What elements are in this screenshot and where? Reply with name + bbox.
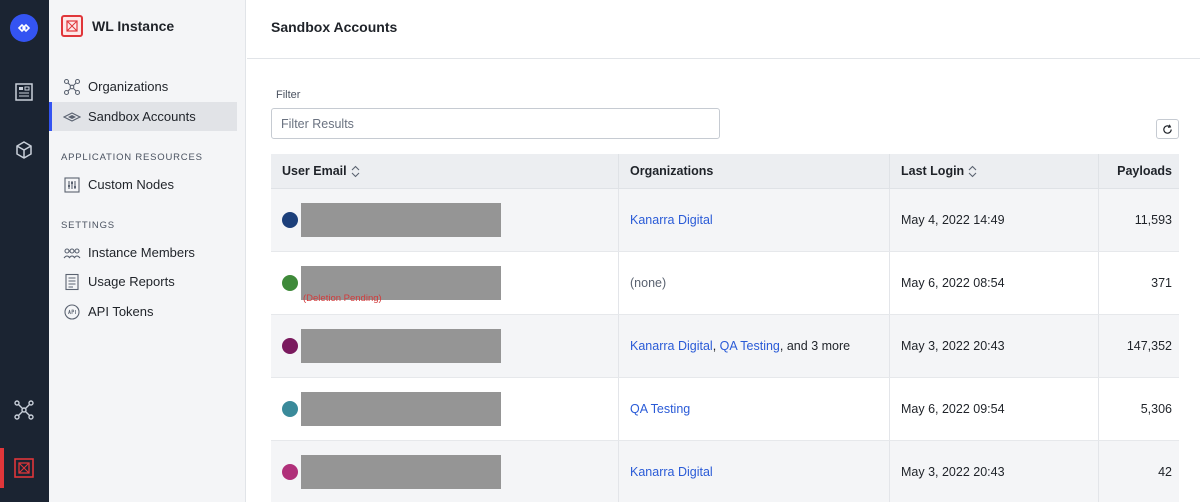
avatar — [282, 212, 298, 228]
rail-active-indicator — [0, 448, 4, 488]
nav-item-sandbox-accounts[interactable]: Sandbox Accounts — [49, 102, 237, 131]
nav-item-instance-members[interactable]: Instance Members — [49, 238, 237, 267]
organization-link[interactable]: Kanarra Digital — [630, 213, 713, 227]
no-organizations-text: (none) — [630, 276, 667, 290]
redacted-email — [301, 329, 501, 363]
user-email-cell — [271, 378, 619, 440]
organizations-icon — [63, 78, 81, 96]
refresh-icon — [1163, 123, 1172, 134]
page-header: Sandbox Accounts — [247, 0, 1200, 59]
payloads-cell: 371 — [1151, 276, 1172, 290]
organizations-cell: Kanarra Digital — [619, 189, 890, 251]
sort-icon[interactable] — [351, 165, 360, 178]
user-email-cell — [271, 315, 619, 377]
filter-label: Filter — [276, 89, 301, 101]
last-login-cell: May 4, 2022 14:49 — [890, 189, 1099, 251]
nav-item-label: Instance Members — [88, 245, 195, 260]
avatar — [282, 464, 298, 480]
more-organizations-text: and 3 more — [786, 339, 851, 353]
table-row[interactable]: (Deletion Pending) (none) May 6, 2022 08:5… — [271, 252, 1179, 315]
organizations-cell: Kanarra Digital — [619, 441, 890, 502]
payloads-cell: 11,593 — [1134, 213, 1172, 227]
last-login-cell: May 6, 2022 08:54 — [890, 252, 1099, 314]
nav-item-custom-nodes[interactable]: Custom Nodes — [49, 170, 237, 199]
instance-icon[interactable] — [12, 456, 36, 480]
column-header-organizations: Organizations — [619, 154, 890, 188]
avatar — [282, 338, 298, 354]
filter-input[interactable] — [271, 108, 720, 139]
redacted-email — [301, 392, 501, 426]
organization-link[interactable]: Kanarra Digital — [630, 465, 713, 479]
column-header-payloads: Payloads — [1117, 164, 1172, 178]
nav-item-usage-reports[interactable]: Usage Reports — [49, 267, 237, 296]
sort-icon[interactable] — [968, 165, 977, 178]
organizations-cell: QA Testing — [619, 378, 890, 440]
avatar — [282, 275, 298, 291]
sliders-icon — [63, 176, 81, 194]
nav-item-label: Sandbox Accounts — [88, 109, 196, 124]
report-icon — [63, 273, 81, 291]
page-title: Sandbox Accounts — [271, 19, 398, 35]
user-email-cell — [271, 441, 619, 502]
separator: , — [779, 339, 784, 353]
nav-item-organizations[interactable]: Organizations — [49, 72, 237, 101]
instance-logo-icon — [61, 15, 83, 37]
table-row[interactable]: Kanarra Digital May 3, 2022 20:43 42 — [271, 441, 1179, 502]
instance-title: WL Instance — [92, 18, 175, 34]
organization-link[interactable]: Kanarra Digital — [630, 339, 713, 353]
payloads-cell: 147,352 — [1126, 339, 1172, 353]
table-row[interactable]: Kanarra Digital May 4, 2022 14:49 11,593 — [271, 189, 1179, 252]
table-row[interactable]: Kanarra Digital, QA Testing, and 3 more M… — [271, 315, 1179, 378]
column-header-last-login[interactable]: Last Login — [890, 154, 1099, 188]
nav-item-label: Organizations — [88, 79, 169, 94]
last-login-cell: May 3, 2022 20:43 — [890, 315, 1099, 377]
last-login-cell: May 3, 2022 20:43 — [890, 441, 1099, 502]
deletion-pending-label: (Deletion Pending) — [303, 293, 382, 304]
organizations-cell: Kanarra Digital, QA Testing, and 3 more — [619, 315, 890, 377]
api-token-icon — [63, 303, 81, 321]
instance-header: WL Instance — [61, 15, 174, 37]
dashboard-icon[interactable] — [12, 80, 36, 104]
sandbox-icon — [63, 108, 81, 126]
nav-item-label: API Tokens — [88, 304, 154, 319]
column-header-user-email[interactable]: User Email — [271, 154, 619, 188]
side-nav: WL Instance Organizations Sandbox Accoun… — [49, 0, 246, 502]
cube-icon[interactable] — [12, 138, 36, 162]
redacted-email — [301, 203, 501, 237]
user-email-cell — [271, 189, 619, 251]
nav-item-label: Custom Nodes — [88, 177, 174, 192]
refresh-button[interactable] — [1156, 119, 1179, 139]
last-login-cell: May 6, 2022 09:54 — [890, 378, 1099, 440]
sandbox-accounts-table: User Email Organizations Last Login Payl… — [271, 154, 1179, 502]
nav-item-api-tokens[interactable]: API Tokens — [49, 297, 237, 326]
redacted-email — [301, 455, 501, 489]
user-email-cell: (Deletion Pending) — [271, 252, 619, 314]
separator: , — [712, 339, 717, 353]
users-icon — [63, 244, 81, 262]
organizations-cell: (none) — [619, 252, 890, 314]
payloads-cell: 5,306 — [1140, 402, 1172, 416]
payloads-cell: 42 — [1158, 465, 1172, 479]
nav-item-label: Usage Reports — [88, 274, 175, 289]
table-header: User Email Organizations Last Login Payl… — [271, 154, 1179, 189]
icon-rail — [0, 0, 49, 502]
organization-link[interactable]: QA Testing — [630, 402, 690, 416]
network-icon[interactable] — [12, 398, 36, 422]
logo-icon[interactable] — [10, 14, 38, 42]
table-row[interactable]: QA Testing May 6, 2022 09:54 5,306 — [271, 378, 1179, 441]
avatar — [282, 401, 298, 417]
section-label-settings: SETTINGS — [61, 220, 115, 231]
section-label-application-resources: APPLICATION RESOURCES — [61, 152, 203, 163]
table-body: Kanarra Digital May 4, 2022 14:49 11,593 (D… — [271, 189, 1179, 502]
organization-link[interactable]: QA Testing — [720, 339, 780, 353]
